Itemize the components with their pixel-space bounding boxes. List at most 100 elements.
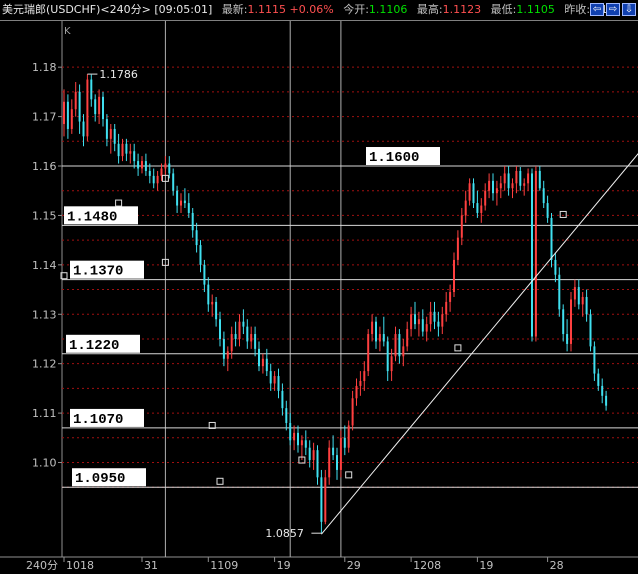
- candle-body: [219, 319, 221, 339]
- x-tick-label: 19: [277, 559, 291, 572]
- candle-body: [226, 351, 229, 359]
- candle-body: [449, 292, 452, 302]
- candle-body: [566, 334, 569, 344]
- candle-body: [577, 287, 580, 305]
- x-tick-label: 29: [347, 559, 361, 572]
- candle-body: [180, 200, 182, 206]
- candle-body: [484, 190, 487, 206]
- candle-body: [246, 326, 249, 342]
- candle-body: [203, 264, 206, 285]
- candle-body: [222, 338, 225, 359]
- x-tick-label: 1018: [66, 559, 94, 572]
- candle-body: [573, 287, 576, 300]
- high-label: 最高:: [416, 3, 443, 16]
- candle-body: [605, 395, 608, 406]
- candle-body: [421, 319, 424, 332]
- candle-body: [328, 447, 331, 478]
- candle-body: [468, 183, 471, 201]
- candle-body: [499, 183, 502, 189]
- candle-body: [597, 373, 600, 386]
- candle-body: [371, 321, 374, 335]
- candle-body: [390, 356, 393, 372]
- candle-body: [78, 91, 81, 122]
- candle-body: [254, 334, 257, 349]
- open-price: 1.1106: [368, 3, 408, 16]
- candle-body: [402, 346, 405, 357]
- level-label: 1.1070: [73, 412, 123, 428]
- candle-body: [503, 173, 506, 184]
- candle-body: [141, 161, 143, 169]
- candle-body: [441, 314, 444, 327]
- candle-body: [406, 329, 409, 347]
- candle-body: [351, 398, 354, 426]
- candle-body: [289, 422, 292, 441]
- candle-body: [363, 371, 366, 381]
- candle-body: [98, 96, 101, 115]
- candle-body: [121, 143, 124, 157]
- symbol-name[interactable]: 美元瑞郎(USDCHF): [2, 0, 100, 20]
- candle-body: [515, 170, 518, 184]
- x-tick-label: 1208: [413, 559, 441, 572]
- candle-body: [593, 346, 596, 374]
- candle-body: [488, 180, 491, 191]
- candle-body: [172, 173, 175, 191]
- candle-body: [542, 188, 545, 204]
- candle-body: [523, 183, 526, 186]
- open-label: 今开:: [343, 3, 369, 16]
- level-label: 1.1370: [73, 264, 123, 280]
- candle-body: [492, 180, 494, 194]
- candle-body: [367, 334, 370, 372]
- candle-body: [410, 314, 413, 330]
- candle-body: [476, 203, 479, 213]
- candle-body: [156, 175, 159, 184]
- low-price: 1.1105: [516, 3, 555, 16]
- candle-body: [386, 341, 389, 372]
- y-tick-label: 1.14: [32, 259, 57, 272]
- period-label[interactable]: 240分: [26, 559, 58, 572]
- candle-body: [316, 450, 319, 478]
- candle-body: [382, 334, 385, 342]
- y-tick-label: 1.10: [32, 457, 57, 470]
- candle-body: [355, 385, 358, 399]
- candle-body: [199, 245, 202, 265]
- candle-body: [394, 334, 397, 357]
- candle-body: [308, 447, 311, 461]
- quote-header-bar: 美元瑞郎(USDCHF)<240分> [09:05:01] 最新:1.1115 …: [0, 0, 638, 21]
- period-indicator[interactable]: <240分>: [100, 0, 150, 20]
- candle-body: [375, 321, 377, 342]
- scroll-left-button[interactable]: ⇦: [590, 3, 604, 16]
- candle-body: [70, 109, 73, 129]
- candle-body: [293, 432, 296, 441]
- candle-body: [519, 170, 522, 186]
- candle-body: [285, 408, 288, 423]
- candle-body: [117, 143, 120, 157]
- candle-body: [312, 450, 315, 461]
- candle-body: [164, 163, 167, 169]
- candle-body: [74, 91, 77, 110]
- candle-body: [332, 447, 335, 456]
- candle-body: [148, 170, 151, 176]
- candlestick-chart[interactable]: 1.18 1.17 1.16 1.15 1.14 1.13 1.12 1.11 1.10 1.16…: [0, 21, 638, 574]
- candle-body: [554, 259, 557, 275]
- candle-body: [398, 334, 401, 357]
- candle-body: [417, 319, 420, 325]
- scroll-right-button[interactable]: ⇨: [606, 3, 620, 16]
- candle-body: [207, 284, 210, 305]
- candle-body: [464, 200, 467, 216]
- candle-body: [378, 334, 381, 342]
- y-tick-label: 1.15: [32, 209, 57, 222]
- candle-body: [472, 183, 475, 204]
- scroll-down-button[interactable]: ⇩: [622, 3, 636, 16]
- level-label: 1.1480: [67, 209, 117, 225]
- candle-body: [414, 314, 416, 325]
- candle-body: [86, 79, 89, 137]
- high-price: 1.1123: [442, 3, 482, 16]
- candle-body: [527, 173, 530, 184]
- latest-label: 最新:: [221, 3, 248, 16]
- candle-body: [445, 301, 448, 315]
- candle-body: [460, 215, 463, 238]
- candle-body: [152, 175, 155, 184]
- candle-body: [261, 358, 264, 367]
- candle-body: [125, 143, 128, 154]
- candle-body: [242, 321, 245, 327]
